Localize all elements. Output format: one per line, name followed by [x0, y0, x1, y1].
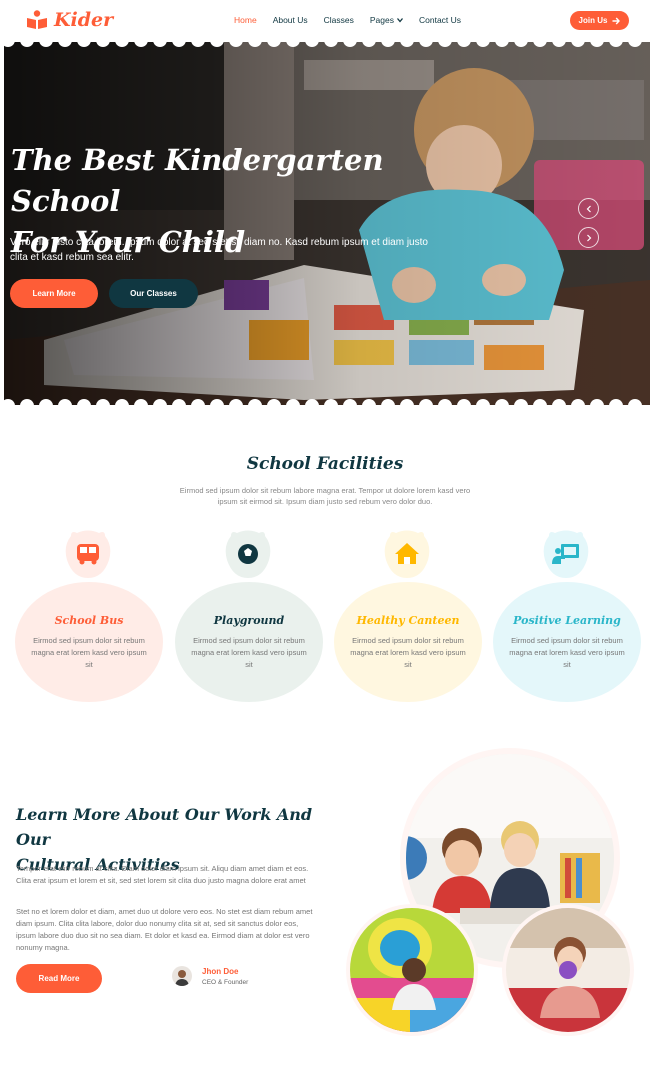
nav-scallop-border — [0, 38, 650, 47]
join-us-button[interactable]: Join Us — [570, 11, 629, 30]
main-menu: Home About Us Classes Pages Contact Us — [234, 15, 477, 25]
hero-scallop-border — [0, 399, 650, 408]
navbar: Kider Home About Us Classes Pages Contac… — [0, 0, 650, 42]
facility-name: Playground — [213, 614, 285, 627]
hero-title-line-1: The Best Kindergarten School — [11, 143, 384, 218]
facility-name: Healthy Canteen — [356, 614, 460, 627]
home-icon — [395, 543, 419, 564]
facilities-title: School Facilities — [246, 454, 404, 474]
facility-name: Positive Learning — [513, 614, 621, 627]
nav-contact[interactable]: Contact Us — [419, 15, 461, 25]
nav-classes[interactable]: Classes — [324, 15, 354, 25]
author-name: Jhon Doe — [202, 966, 239, 976]
brand-logo[interactable]: Kider — [26, 9, 113, 31]
football-icon — [238, 544, 258, 564]
facility-desc: Eirmod sed ipsum dolor sit rebum magna e… — [509, 636, 625, 669]
facility-card-school-bus: School Bus Eirmod sed ipsum dolor sit re… — [15, 530, 163, 702]
facility-desc: Eirmod sed ipsum dolor sit rebum magna e… — [350, 636, 466, 669]
hero-text: Vero elitr justo clita lorem. Ipsum dolo… — [10, 237, 428, 263]
chevron-down-icon — [397, 18, 403, 23]
our-classes-button[interactable]: Our Classes — [109, 279, 198, 308]
nav-home[interactable]: Home — [234, 15, 257, 25]
brand-name: Kider — [54, 9, 114, 31]
facility-desc: Eirmod sed ipsum dolor sit rebum magna e… — [191, 636, 307, 669]
carousel-prev-button[interactable] — [578, 198, 599, 219]
about-paragraph-1: Tempor erat elitr rebum at clita. Diam d… — [16, 864, 309, 885]
facility-card-playground: Playground Eirmod sed ipsum dolor sit re… — [175, 530, 323, 702]
about-image-left — [350, 908, 474, 1032]
about-paragraph-2: Stet no et lorem dolor et diam, amet duo… — [16, 907, 313, 952]
nav-pages-label: Pages — [369, 15, 394, 25]
about-title-line-1: Learn More About Our Work And Our — [16, 805, 313, 849]
about-images-collage — [346, 748, 634, 1036]
author-info: Jhon Doe CEO & Founder — [202, 967, 248, 986]
facility-card-positive-learning: Positive Learning Eirmod sed ipsum dolor… — [493, 530, 641, 702]
carousel-next-button[interactable] — [578, 227, 599, 248]
book-reader-icon — [27, 10, 47, 29]
facilities-subtitle: Eirmod sed ipsum dolor sit rebum labore … — [179, 486, 471, 506]
read-more-button[interactable]: Read More — [16, 964, 102, 993]
chalkboard-teacher-icon — [552, 544, 579, 564]
about-image-right — [506, 908, 630, 1032]
facility-card-healthy-canteen: Healthy Canteen Eirmod sed ipsum dolor s… — [334, 530, 482, 702]
nav-pages[interactable]: Pages — [370, 15, 403, 25]
facility-name: School Bus — [54, 614, 124, 627]
hero-carousel: The Best Kindergarten School For Your Ch… — [4, 40, 650, 406]
facility-desc: Eirmod sed ipsum dolor sit rebum magna e… — [31, 636, 147, 669]
chevron-left-icon — [586, 205, 591, 212]
bus-icon — [77, 544, 99, 565]
learn-more-button[interactable]: Learn More — [10, 279, 98, 308]
author-role: CEO & Founder — [202, 978, 249, 986]
avatar — [172, 966, 192, 986]
nav-about[interactable]: About Us — [273, 15, 308, 25]
arrow-right-icon — [612, 17, 621, 24]
join-us-label: Join Us — [578, 16, 608, 25]
chevron-right-icon — [586, 234, 591, 241]
author-block: Jhon Doe CEO & Founder — [172, 966, 248, 986]
